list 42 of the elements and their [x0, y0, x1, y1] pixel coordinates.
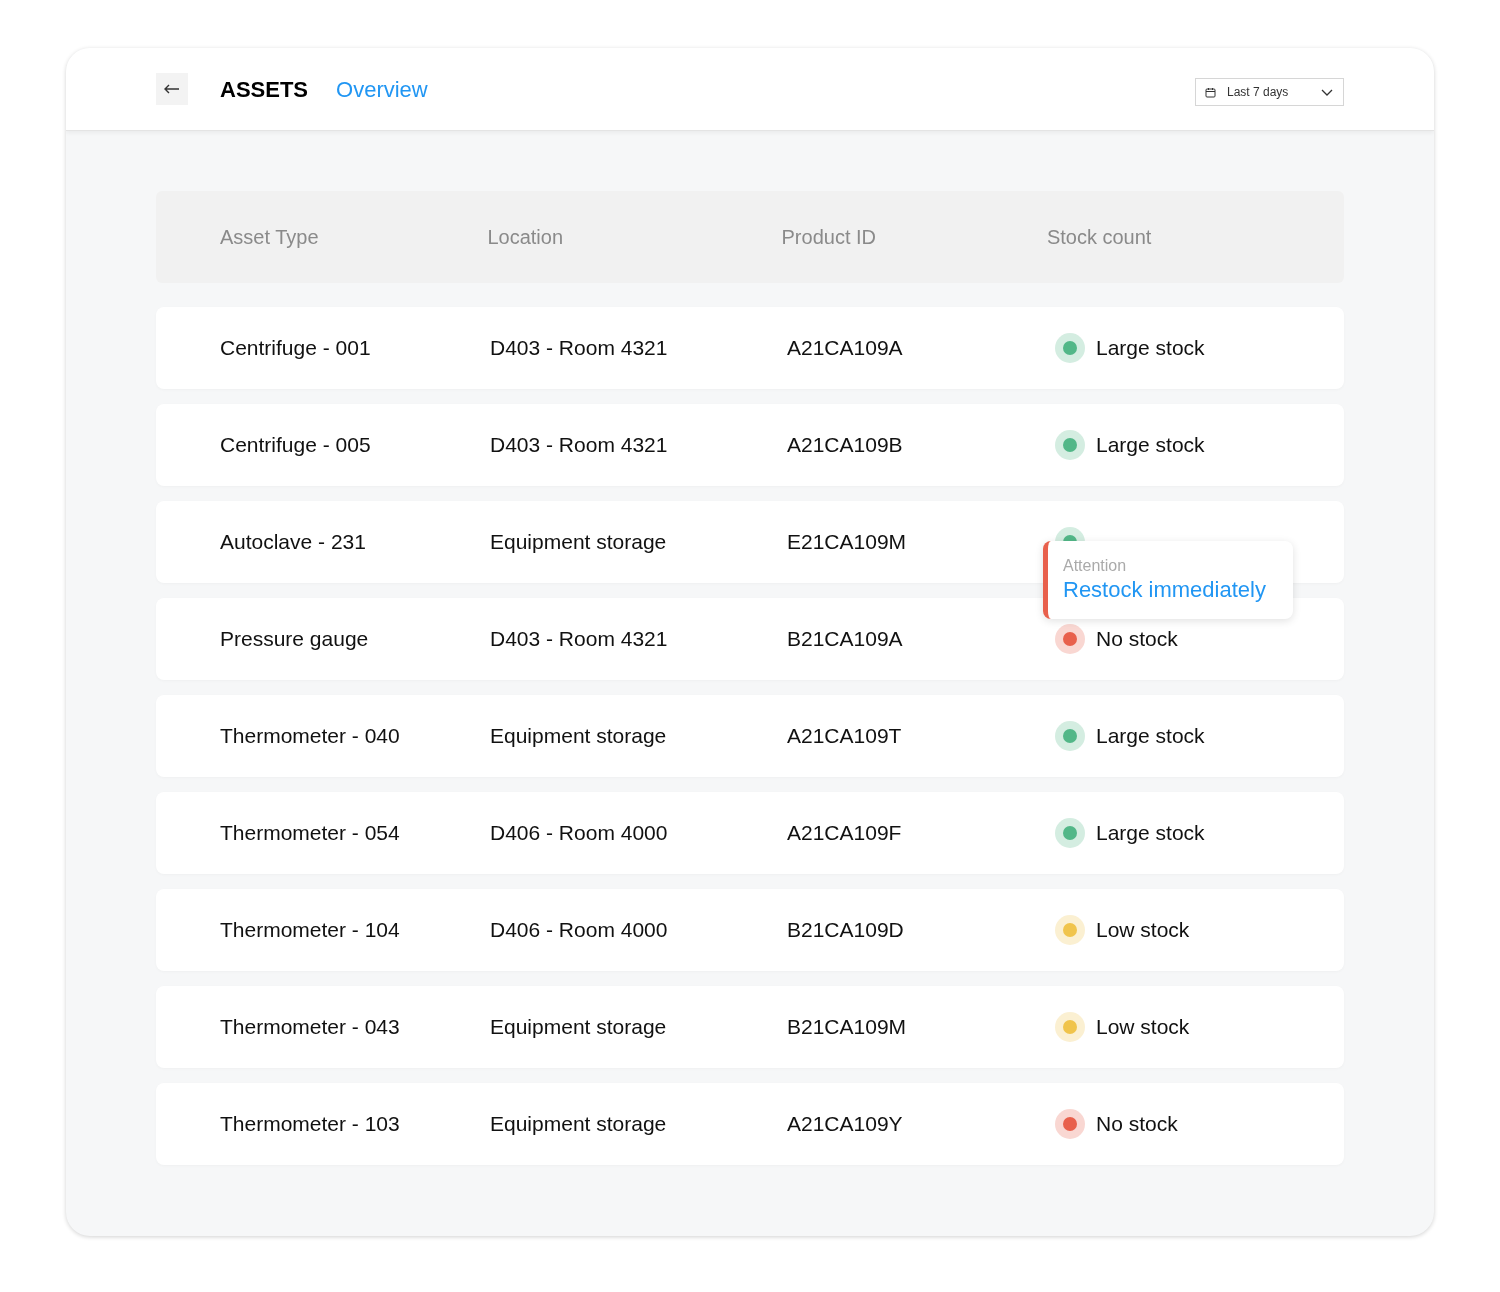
table-cell: D403 - Room 4321 — [490, 433, 668, 457]
column-header: Asset Type — [220, 225, 320, 250]
table-cell: A21CA109F — [787, 821, 902, 845]
stock-label: Large stock — [1096, 723, 1205, 750]
column-header: Product ID — [781, 225, 877, 250]
table-cell: B21CA109A — [787, 627, 903, 651]
table-cell: D403 - Room 4321 — [490, 627, 668, 651]
table-cell: Equipment storage — [490, 724, 667, 748]
table-cell: A21CA109A — [787, 336, 903, 360]
table-cell: Centrifuge - 001 — [220, 336, 371, 360]
page-subtitle: Overview — [336, 75, 428, 104]
table-cell: B21CA109D — [787, 918, 904, 942]
table-cell: Thermometer - 103 — [220, 1112, 400, 1136]
table-cell: E21CA109M — [787, 530, 907, 554]
column-header: Stock count — [1046, 225, 1153, 250]
table-cell: Thermometer - 043 — [220, 1015, 400, 1039]
table-cell: A21CA109Y — [787, 1112, 903, 1136]
table-cell: Equipment storage — [490, 530, 667, 554]
stock-label: Low stock — [1096, 917, 1190, 944]
tooltip-label: Attention — [1063, 556, 1128, 576]
table-cell: Thermometer - 040 — [220, 724, 400, 748]
table-cell: D403 - Room 4321 — [490, 336, 668, 360]
stock-label: Large stock — [1096, 335, 1205, 362]
table-cell: D406 - Room 4000 — [490, 918, 668, 942]
table-cell: Pressure gauge — [220, 627, 369, 651]
stock-label: Large stock — [1096, 432, 1205, 459]
table-cell: Autoclave - 231 — [220, 530, 366, 554]
table-cell: B21CA109M — [787, 1015, 907, 1039]
stock-label: Large stock — [1096, 820, 1205, 847]
stock-label: Low stock — [1096, 1014, 1190, 1041]
table-cell: A21CA109B — [787, 433, 903, 457]
stock-label: No stock — [1096, 626, 1178, 653]
table-cell: D406 - Room 4000 — [490, 821, 668, 845]
table-cell: Centrifuge - 005 — [220, 433, 371, 457]
stock-label: No stock — [1096, 1111, 1178, 1138]
table-cell: Equipment storage — [490, 1112, 667, 1136]
table-cell: Equipment storage — [490, 1015, 667, 1039]
page-title: ASSETS — [220, 75, 309, 104]
table-cell: A21CA109T — [787, 724, 902, 748]
table-cell: Thermometer - 104 — [220, 918, 400, 942]
column-header: Location — [487, 225, 564, 250]
table-cell: Thermometer - 054 — [220, 821, 400, 845]
